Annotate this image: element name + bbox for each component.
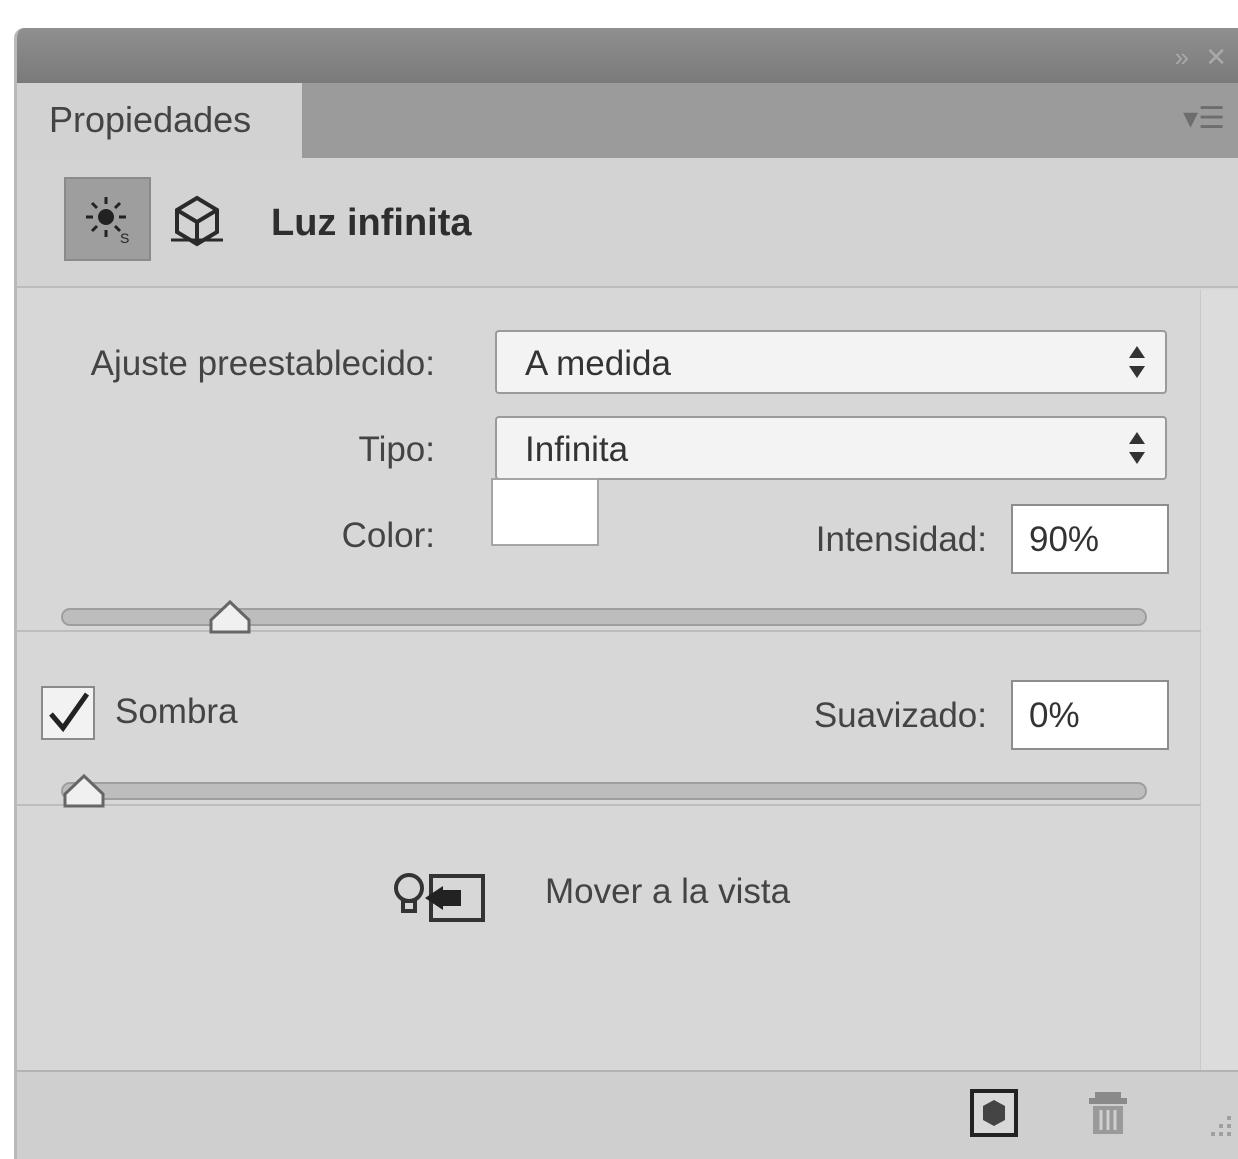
select-arrows-icon: [1129, 346, 1145, 378]
shadow-section: Sombra Suavizado: 0%: [17, 632, 1201, 808]
move-to-view-icon: [394, 873, 485, 922]
panel-bottom-bar: [17, 1070, 1238, 1159]
infinite-light-icon: S: [85, 197, 129, 245]
type-label: Tipo:: [358, 430, 435, 469]
trash-icon[interactable]: [1083, 1088, 1133, 1138]
render-icon[interactable]: [969, 1088, 1019, 1138]
intensity-value: 90%: [1029, 520, 1100, 559]
properties-header: S Luz infinita: [17, 158, 1238, 288]
tab-label: Propiedades: [49, 99, 252, 140]
properties-panel: » ✕ Propiedades ▾☰ S Luz infinita Ajuste…: [14, 28, 1238, 1159]
intensity-field[interactable]: 90%: [1011, 504, 1169, 574]
svg-text:S: S: [120, 230, 129, 245]
softness-label: Suavizado:: [813, 696, 987, 735]
preset-select[interactable]: A medida: [495, 330, 1167, 394]
shadow-checkbox[interactable]: [41, 686, 95, 740]
checkmark-icon: [49, 692, 90, 733]
shadow-label: Sombra: [115, 692, 238, 731]
intensity-slider-thumb[interactable]: [207, 598, 253, 636]
collapse-icon[interactable]: »: [1175, 42, 1189, 73]
type-select[interactable]: Infinita: [495, 416, 1167, 480]
softness-slider[interactable]: [61, 782, 1147, 800]
actions-section: Mover a la vista: [17, 806, 1201, 1068]
softness-field[interactable]: 0%: [1011, 680, 1169, 750]
panel-titlebar: » ✕: [17, 28, 1238, 83]
intensity-label: Intensidad:: [815, 520, 987, 559]
panel-menu-icon[interactable]: ▾☰: [1183, 101, 1225, 136]
softness-slider-thumb[interactable]: [61, 772, 107, 810]
coordinates-icon[interactable]: [167, 190, 227, 250]
color-swatch[interactable]: [491, 478, 599, 546]
move-to-view-label: Mover a la vista: [545, 872, 791, 911]
softness-value: 0%: [1029, 696, 1080, 735]
panel-header-title: Luz infinita: [271, 202, 472, 244]
light-mode-button[interactable]: S: [64, 177, 151, 261]
panel-scrollbar[interactable]: [1200, 290, 1238, 1070]
type-value: Infinita: [525, 430, 629, 469]
select-arrows-icon: [1129, 432, 1145, 464]
resize-grip-icon[interactable]: [1205, 1112, 1235, 1142]
preset-value: A medida: [525, 344, 671, 383]
color-label: Color:: [341, 516, 435, 555]
close-icon[interactable]: ✕: [1205, 42, 1227, 73]
light-settings-section: Ajuste preestablecido: A medida Tipo: In…: [17, 290, 1201, 634]
move-to-view-button[interactable]: [391, 866, 487, 931]
preset-label: Ajuste preestablecido:: [90, 344, 435, 383]
